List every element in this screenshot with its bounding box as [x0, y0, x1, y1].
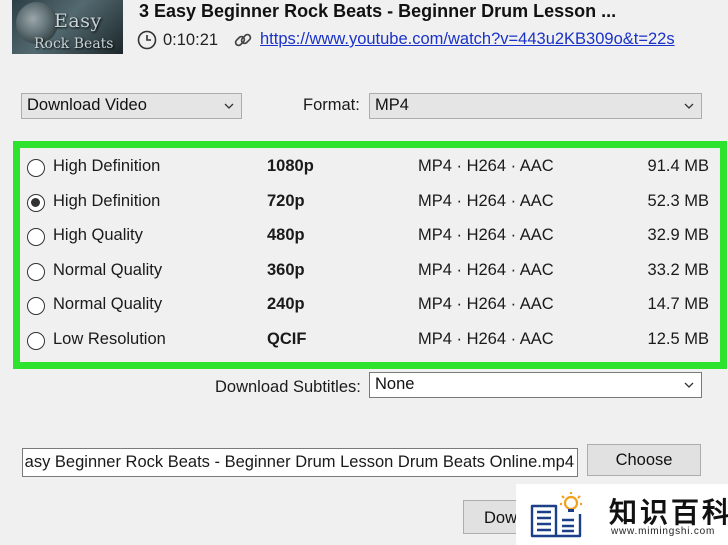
chevron-down-icon	[684, 103, 694, 109]
quality-option-row[interactable]: Normal Quality 240p MP4 · H264 · AAC 14.…	[20, 291, 720, 321]
subtitles-value: None	[375, 375, 415, 393]
subtitles-label: Download Subtitles:	[215, 378, 361, 396]
quality-resolution: 720p	[267, 191, 305, 210]
quality-option-row[interactable]: High Quality 480p MP4 · H264 · AAC 32.9 …	[20, 222, 720, 252]
video-header: Easy Rock Beats 3 Easy Beginner Rock Bea…	[0, 0, 728, 68]
radio-button[interactable]	[27, 331, 45, 350]
chevron-down-icon	[224, 103, 234, 109]
thumbnail-text-line2: Rock Beats	[34, 36, 114, 52]
format-select[interactable]: MP4	[369, 93, 702, 119]
quality-size: 91.4 MB	[647, 157, 709, 175]
quality-name: Normal Quality	[53, 295, 163, 313]
subtitles-select[interactable]: None	[369, 372, 702, 398]
chevron-down-icon	[684, 382, 694, 388]
quality-size: 14.7 MB	[647, 295, 709, 313]
thumbnail-text-line1: Easy	[54, 10, 102, 32]
quality-size: 33.2 MB	[647, 260, 709, 279]
book-lightbulb-logo-icon	[530, 492, 582, 538]
radio-button-selected[interactable]	[27, 193, 45, 212]
radio-button[interactable]	[27, 297, 45, 315]
download-type-value: Download Video	[27, 96, 147, 114]
filename-value: asy Beginner Rock Beats - Beginner Drum …	[24, 453, 574, 471]
quality-resolution: 1080p	[267, 157, 314, 175]
choose-button[interactable]: Choose	[587, 444, 701, 476]
radio-button[interactable]	[27, 262, 45, 281]
quality-codec: MP4 · H264 · AAC	[418, 295, 554, 313]
quality-size: 12.5 MB	[647, 329, 709, 348]
quality-codec: MP4 · H264 · AAC	[418, 260, 554, 279]
filename-field[interactable]: asy Beginner Rock Beats - Beginner Drum …	[22, 448, 578, 477]
quality-codec: MP4 · H264 · AAC	[418, 157, 554, 175]
quality-option-row[interactable]: Normal Quality 360p MP4 · H264 · AAC 33.…	[20, 257, 720, 287]
watermark: 知识百科 www.mimingshi.com	[516, 484, 728, 545]
quality-name: High Definition	[53, 191, 161, 210]
clock-icon	[137, 30, 157, 50]
quality-resolution: 480p	[267, 226, 305, 244]
quality-codec: MP4 · H264 · AAC	[418, 226, 554, 244]
format-value: MP4	[375, 96, 409, 114]
video-thumbnail: Easy Rock Beats	[12, 0, 123, 54]
quality-resolution: 240p	[267, 295, 305, 313]
quality-resolution: QCIF	[267, 329, 307, 348]
quality-option-row[interactable]: Low Resolution QCIF MP4 · H264 · AAC 12.…	[20, 326, 720, 356]
video-url-link[interactable]: https://www.youtube.com/watch?v=443u2KB3…	[260, 30, 675, 49]
quality-size: 52.3 MB	[647, 191, 709, 210]
video-title: 3 Easy Beginner Rock Beats - Beginner Dr…	[139, 1, 617, 21]
link-icon	[234, 33, 252, 47]
quality-name: High Quality	[53, 226, 143, 244]
quality-resolution: 360p	[267, 260, 305, 279]
quality-name: Normal Quality	[53, 260, 163, 279]
watermark-brand: 知识百科	[609, 496, 728, 529]
watermark-url: www.mimingshi.com	[611, 526, 716, 537]
quality-name: High Definition	[53, 157, 161, 175]
quality-option-row[interactable]: High Definition 720p MP4 · H264 · AAC 52…	[20, 188, 720, 218]
format-label: Format:	[303, 96, 360, 114]
download-type-select[interactable]: Download Video	[21, 93, 242, 119]
quality-codec: MP4 · H264 · AAC	[418, 191, 554, 210]
radio-button[interactable]	[27, 159, 45, 177]
quality-size: 32.9 MB	[647, 226, 709, 244]
quality-option-row[interactable]: High Definition 1080p MP4 · H264 · AAC 9…	[20, 153, 720, 183]
radio-button[interactable]	[27, 228, 45, 246]
video-duration: 0:10:21	[163, 31, 219, 49]
quality-list: High Definition 1080p MP4 · H264 · AAC 9…	[13, 141, 727, 369]
quality-name: Low Resolution	[53, 329, 166, 348]
quality-codec: MP4 · H264 · AAC	[418, 329, 554, 348]
